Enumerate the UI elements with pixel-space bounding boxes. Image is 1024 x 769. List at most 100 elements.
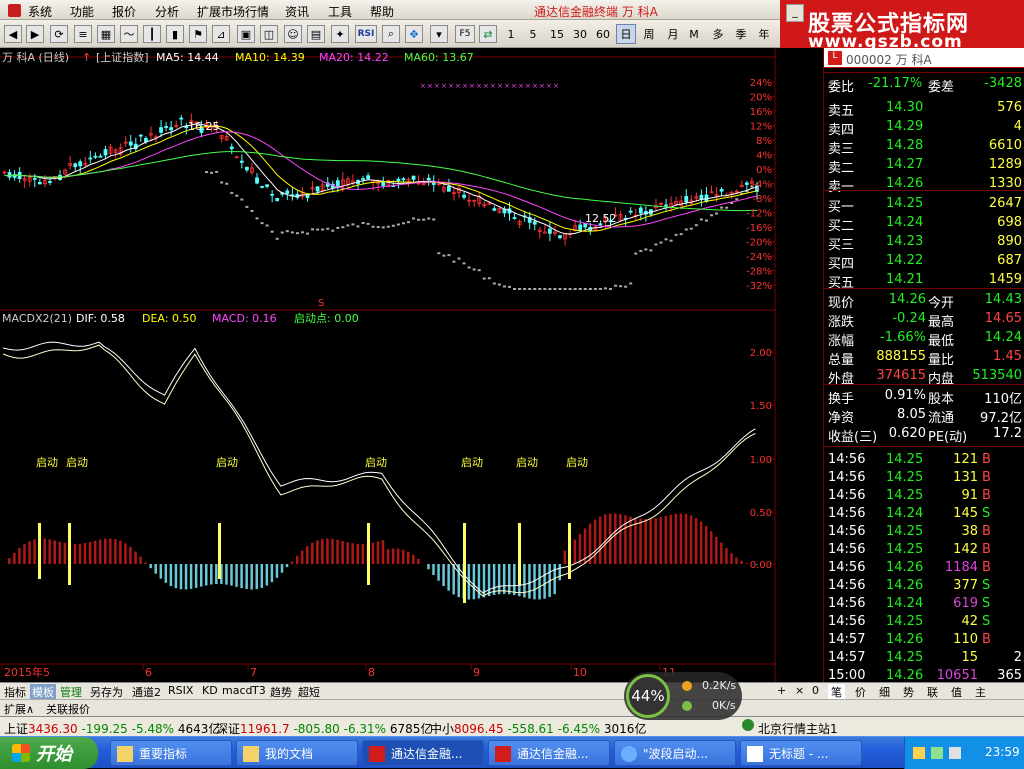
server-name[interactable]: 北京行情主站1 <box>758 720 838 737</box>
indicator-tab[interactable]: T3 <box>250 684 268 699</box>
quote-tab[interactable]: 联 <box>924 684 941 700</box>
price-axis-label: 0% <box>756 165 772 176</box>
period-1[interactable]: 1 <box>504 24 518 44</box>
menu-news[interactable]: 资讯 <box>285 3 309 20</box>
ruler-icon[interactable]: ⊿ <box>212 25 230 43</box>
forward-icon[interactable]: ▶ <box>26 25 44 43</box>
index-bar <box>553 288 556 290</box>
remove-pane-button[interactable]: × <box>795 684 804 697</box>
expand-button[interactable]: 扩展∧ <box>4 701 34 717</box>
grid-icon[interactable]: ▦ <box>97 25 115 43</box>
status-sh[interactable]: 上证3436.30 -199.25 -5.48% 4643亿 <box>4 720 220 737</box>
period-5[interactable]: 5 <box>526 24 540 44</box>
people-icon[interactable]: ☺ <box>284 25 302 43</box>
indicator-tab[interactable]: 另存为 <box>88 684 125 699</box>
period-multi[interactable]: 多 <box>709 24 727 44</box>
menu-analysis[interactable]: 分析 <box>155 3 179 20</box>
quote-tab[interactable]: 细 <box>876 684 893 700</box>
macd-bar <box>129 547 132 564</box>
period-60[interactable]: 60 <box>594 24 612 44</box>
period-year[interactable]: 年 <box>755 24 773 44</box>
task-my-documents[interactable]: 我的文档 <box>236 740 358 766</box>
indicator-tab[interactable]: 管理 <box>58 684 84 699</box>
quote-tab[interactable]: 价 <box>852 684 869 700</box>
indicator-tab[interactable]: 超短 <box>296 684 322 699</box>
start-button[interactable]: 开始 <box>0 737 98 769</box>
back-icon[interactable]: ◀ <box>4 25 22 43</box>
period-15[interactable]: 15 <box>548 24 566 44</box>
task-band-start[interactable]: "波段启动... <box>614 740 736 766</box>
compare-icon[interactable]: ◫ <box>260 25 278 43</box>
wei-bi-label: 委比 <box>828 76 854 95</box>
index-bar <box>311 228 314 230</box>
flag-icon[interactable]: ⚑ <box>189 25 207 43</box>
refresh-icon[interactable]: ⟳ <box>50 25 68 43</box>
menu-tools[interactable]: 工具 <box>328 3 352 20</box>
event-marker: × <box>511 82 517 90</box>
chart-area[interactable]: 24%20%16%12%8%4%0%-4%-8%-12%-16%-20%-24%… <box>0 48 776 682</box>
period-week[interactable]: 周 <box>640 24 658 44</box>
tray-icon-2[interactable] <box>931 747 943 759</box>
sh-price: 3436.30 <box>28 722 78 736</box>
menu-help[interactable]: 帮助 <box>370 3 394 20</box>
task-tdx-2[interactable]: 通达信金融... <box>488 740 610 766</box>
indicator-tab[interactable]: KD <box>200 684 220 699</box>
line-chart-icon[interactable]: 〜 <box>120 25 138 43</box>
period-quarter[interactable]: 季 <box>732 24 750 44</box>
task-important-indicators[interactable]: 重要指标 <box>110 740 232 766</box>
options-icon[interactable]: ▾ <box>430 25 448 43</box>
menu-system[interactable]: 系统 <box>28 3 52 20</box>
cpu-gauge: 44% <box>626 674 670 718</box>
candle <box>276 198 279 200</box>
swap-icon[interactable]: ⇄ <box>479 25 497 43</box>
menu-function[interactable]: 功能 <box>70 3 94 20</box>
f5-button[interactable]: F5 <box>455 25 475 43</box>
bar-chart-icon[interactable]: ▮ <box>166 25 184 43</box>
quote-tab[interactable]: 势 <box>900 684 917 700</box>
related-quote-button[interactable]: 关联报价 <box>46 701 90 717</box>
list-icon[interactable]: ≡ <box>74 25 92 43</box>
indicator-tab[interactable]: 趋势 <box>268 684 294 699</box>
indicator-tab[interactable]: 指标 <box>2 684 28 699</box>
menu-quote[interactable]: 报价 <box>112 3 136 20</box>
quote-tab[interactable]: 值 <box>948 684 965 700</box>
macd-bar <box>432 564 435 575</box>
add-pane-button[interactable]: + <box>777 684 786 697</box>
status-sz[interactable]: 深证11961.7 -805.80 -6.31% 6785亿 <box>216 720 432 737</box>
calc-icon[interactable]: ▤ <box>307 25 325 43</box>
rsi-button[interactable]: RSI <box>355 25 377 43</box>
period-30[interactable]: 30 <box>571 24 589 44</box>
chart-type-icon[interactable]: ✦ <box>331 25 349 43</box>
magnify-icon[interactable]: ⌕ <box>382 25 400 43</box>
quote-tab[interactable]: 笔 <box>828 684 845 700</box>
quote-tab[interactable]: 主 <box>972 684 989 700</box>
status-zx[interactable]: 中小8096.45 -558.61 -6.45% 3016亿 <box>430 720 646 737</box>
task-tdx-1[interactable]: 通达信金融... <box>362 740 484 766</box>
fund-label: PE(动) <box>928 426 967 445</box>
sh-percent: -5.48% <box>132 722 174 736</box>
candle-icon[interactable]: ┃ <box>143 25 161 43</box>
move-icon[interactable]: ✥ <box>405 25 423 43</box>
clock[interactable]: 23:59 <box>985 745 1020 759</box>
zoom-in-icon[interactable]: ▣ <box>237 25 255 43</box>
period-month[interactable]: 月 <box>664 24 682 44</box>
tray-icon-1[interactable] <box>913 747 925 759</box>
fund-row: 净资8.05流通97.2亿 <box>824 407 1024 425</box>
candle <box>382 182 385 186</box>
index-bar <box>407 221 410 223</box>
indicator-tab[interactable]: RSIX <box>166 684 195 699</box>
task-notepad[interactable]: 无标题 - ... <box>740 740 862 766</box>
period-day[interactable]: 日 <box>616 24 636 44</box>
minimize-icon[interactable]: _ <box>786 4 804 22</box>
tick-direction: S <box>982 614 990 629</box>
tray-icon-3[interactable] <box>949 747 961 759</box>
macd-bar <box>23 544 26 564</box>
menu-ext-market[interactable]: 扩展市场行情 <box>197 3 269 20</box>
sell-volume: 6610 <box>964 138 1022 153</box>
indicator-tab[interactable]: 通道2 <box>130 684 163 699</box>
indicator-tab[interactable]: 模板 <box>30 684 56 699</box>
notepad-icon <box>747 746 763 762</box>
quote-panel: L 000002 万 科A 委比-21.17%委差-3428卖五14.30576… <box>823 48 1024 682</box>
tick-volume: 121 <box>932 452 978 467</box>
period-m[interactable]: M <box>686 24 702 44</box>
